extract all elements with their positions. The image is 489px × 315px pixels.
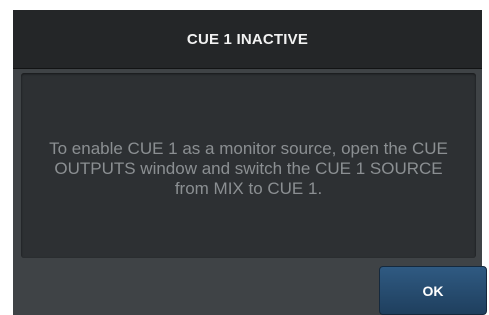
dialog-footer: OK [13, 262, 487, 315]
dialog-titlebar: CUE 1 INACTIVE [13, 10, 482, 69]
message-panel: To enable CUE 1 as a monitor source, ope… [21, 73, 476, 258]
cue-inactive-dialog: CUE 1 INACTIVE To enable CUE 1 as a moni… [13, 10, 487, 315]
dialog-title: CUE 1 INACTIVE [186, 30, 309, 48]
dialog-message: To enable CUE 1 as a monitor source, ope… [49, 138, 448, 198]
ok-button[interactable]: OK [379, 266, 487, 315]
